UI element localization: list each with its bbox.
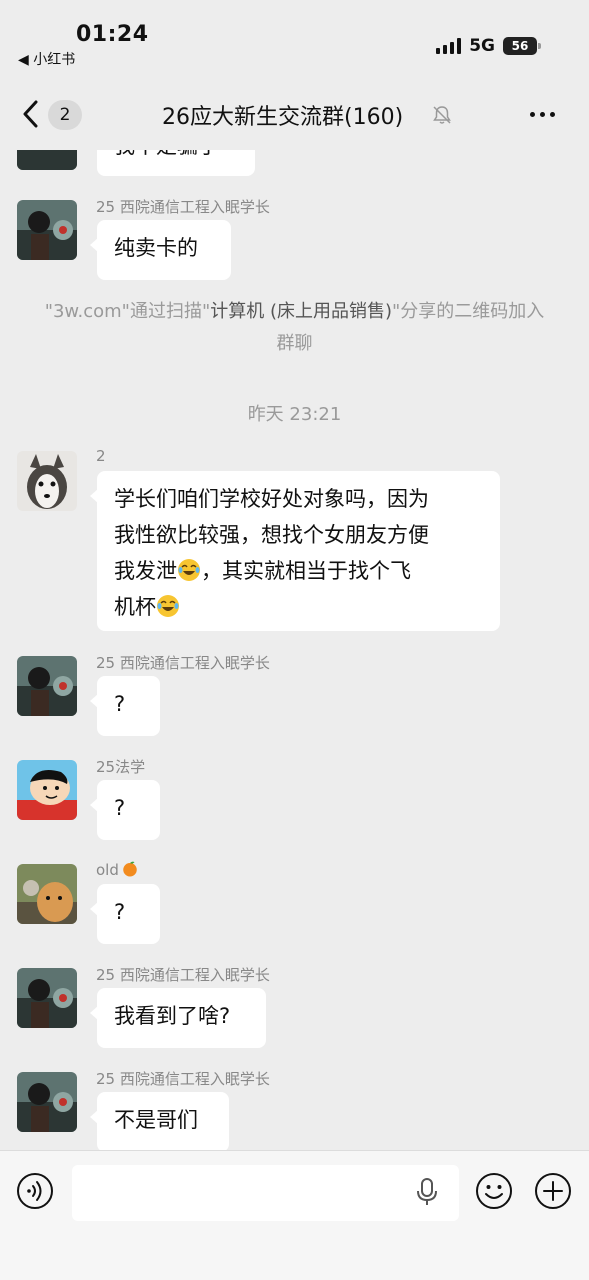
sender-name: 2 <box>96 447 106 465</box>
sender-name: 25 西院通信工程入眠学长 <box>96 198 270 216</box>
avatar[interactable] <box>17 968 77 1028</box>
message-line: 我发泄 ，其实就相当于找个飞 <box>114 553 483 589</box>
voice-icon[interactable] <box>16 1172 54 1210</box>
avatar[interactable] <box>17 451 77 511</box>
battery-level: 56 <box>511 39 529 53</box>
message-bubble[interactable]: 不是哥们 <box>90 1092 229 1150</box>
message-bubble[interactable]: ? <box>90 676 160 736</box>
laughing-tears-emoji <box>157 595 179 617</box>
message-text: 我不是骗了 <box>114 150 219 158</box>
message-line: 我性欲比较强，想找个女朋友方便 <box>114 523 429 547</box>
input-bar <box>0 1150 589 1280</box>
message-line: 机杯 <box>114 589 483 625</box>
chat-title: 26应大新生交流群(160) <box>162 105 404 130</box>
message-input[interactable] <box>72 1165 459 1221</box>
system-message: "3w.com"通过扫描"计算机 (床上用品销售)"分享的二维码加入群聊 <box>40 296 549 360</box>
more-dots-icon[interactable] <box>530 104 566 124</box>
timestamp: 昨天 23:21 <box>247 404 342 425</box>
message-text: ? <box>114 796 126 820</box>
message-bubble[interactable]: 我看到了啥? <box>90 988 266 1048</box>
message-line: 学长们咱们学校好处对象吗，因为 <box>114 487 429 511</box>
message-bubble[interactable]: 我不是骗了 <box>97 150 255 176</box>
message-text: ? <box>114 900 126 924</box>
sender-name: 25 西院通信工程入眠学长 <box>96 966 270 984</box>
mute-bell-icon <box>433 106 451 124</box>
message-text: ，其实就相当于找个飞 <box>201 559 411 583</box>
chevron-left-icon[interactable] <box>18 96 44 132</box>
message-bubble[interactable]: ? <box>90 780 160 840</box>
sender-name: 25法学 <box>96 758 146 776</box>
message-bubble[interactable]: ? <box>90 884 160 944</box>
sender-name: old <box>96 860 139 879</box>
avatar[interactable] <box>17 150 77 170</box>
avatar[interactable] <box>17 760 77 820</box>
avatar[interactable] <box>17 656 77 716</box>
emoji-icon[interactable] <box>475 1172 513 1210</box>
avatar[interactable] <box>17 864 77 924</box>
orange-emoji <box>123 861 137 877</box>
plus-icon[interactable] <box>534 1172 572 1210</box>
sender-name: 25 西院通信工程入眠学长 <box>96 654 270 672</box>
status-time: 01:24 <box>76 22 149 47</box>
chat-messages[interactable]: 我不是骗了 25 西院通信工程入眠学长 纯卖卡的 "3w.com"通过扫描"计算… <box>0 150 589 1150</box>
battery-icon: 56 <box>503 37 541 55</box>
network-type: 5G <box>469 36 495 56</box>
message-bubble[interactable]: 纯卖卡的 <box>90 220 231 280</box>
message-text: 我发泄 <box>114 559 177 583</box>
status-bar: 01:24 ◀ 小红书 5G 56 <box>0 0 589 80</box>
avatar[interactable] <box>17 200 77 260</box>
sender-name: 25 西院通信工程入眠学长 <box>96 1070 270 1088</box>
message-text: 纯卖卡的 <box>114 236 198 260</box>
back-to-app-link[interactable]: ◀ 小红书 <box>18 49 75 69</box>
message-bubble[interactable]: 学长们咱们学校好处对象吗，因为 我性欲比较强，想找个女朋友方便 我发泄 ，其实就相… <box>90 471 500 631</box>
system-text-highlight[interactable]: 计算机 (床上用品销售) <box>210 301 392 322</box>
unread-badge[interactable]: 2 <box>48 100 82 130</box>
message-text: 不是哥们 <box>114 1108 198 1132</box>
message-text: ? <box>114 692 126 716</box>
system-text-1: "3w.com"通过扫描" <box>44 301 211 322</box>
laughing-tears-emoji <box>178 559 200 581</box>
microphone-icon[interactable] <box>416 1177 438 1207</box>
signal-icon <box>436 38 462 54</box>
avatar[interactable] <box>17 1072 77 1132</box>
sender-name-text: old <box>96 861 119 879</box>
message-text: 机杯 <box>114 595 156 619</box>
status-indicators: 5G 56 <box>436 36 541 56</box>
nav-bar: 2 26应大新生交流群(160) <box>0 80 589 150</box>
message-text: 我看到了啥? <box>114 1004 231 1028</box>
